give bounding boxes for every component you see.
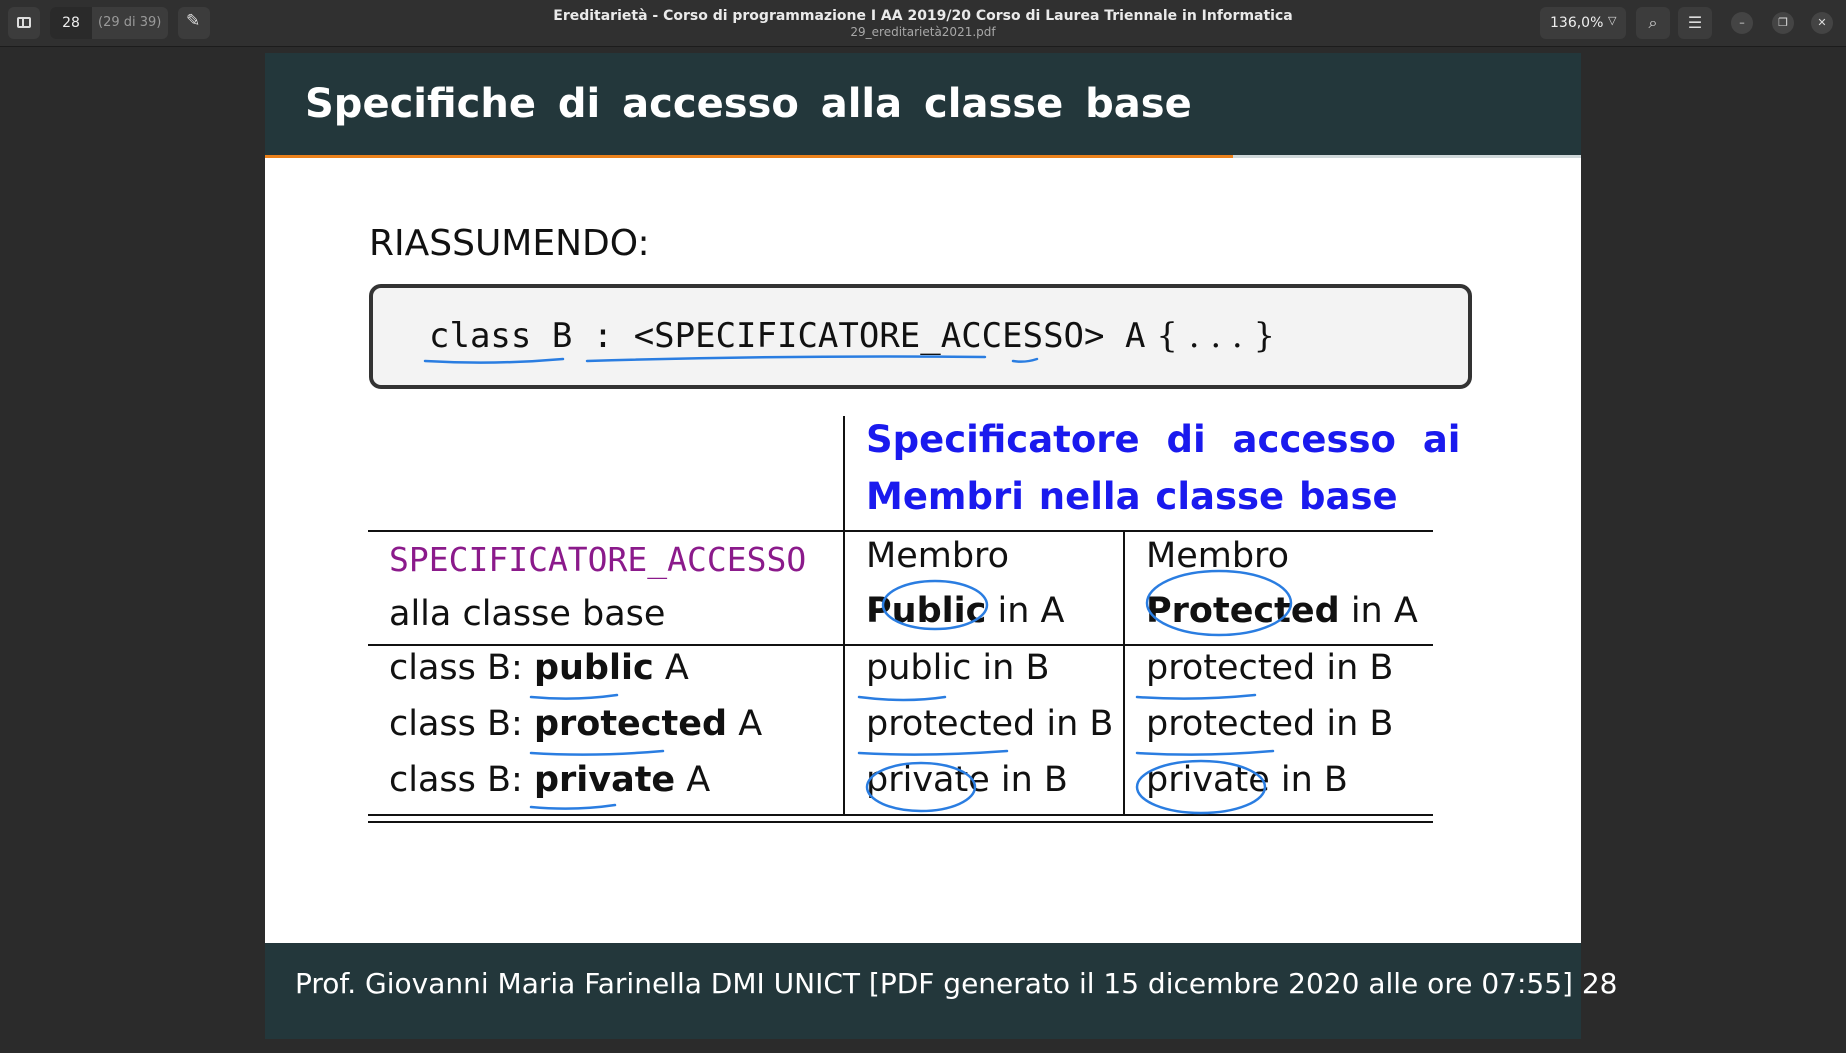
row1-prefix: class B:	[389, 648, 534, 688]
code-text: class B : <SPECIFICATORE_ACCESSO> A	[429, 316, 1146, 356]
row2-prefix: class B:	[389, 704, 534, 744]
table-row-2-col2: protected in B	[866, 704, 1114, 744]
row-head-specifier: SPECIFICATORE_ACCESSO	[389, 540, 807, 579]
row-head-subtitle: alla classe base	[389, 594, 666, 634]
hamburger-icon: ☰	[1687, 13, 1703, 32]
table-row-1-col3: protected in B	[1146, 648, 1394, 688]
ink-underline-public-in-b	[857, 695, 947, 702]
row2-keyword: protected	[533, 704, 728, 744]
slide-title: Specifiche di accesso alla classe base	[305, 81, 1192, 127]
search-icon: ⌕	[1648, 13, 1658, 32]
table-vline-1	[843, 416, 845, 816]
maximize-button[interactable]: ❐	[1772, 12, 1794, 34]
row3-keyword: private	[533, 760, 676, 800]
minimize-button[interactable]: –	[1731, 12, 1753, 34]
slide-title-bar: Specifiche di accesso alla classe base	[265, 53, 1581, 158]
table-hline-4	[368, 821, 1433, 823]
table-header-line1: Specificatore di accesso ai	[866, 418, 1461, 461]
search-button[interactable]: ⌕	[1636, 7, 1670, 39]
title-progress-rest	[1233, 155, 1581, 158]
ink-underline-private-kw	[529, 803, 617, 810]
table-header-line2: Membri nella classe base	[866, 475, 1398, 518]
zoom-dropdown[interactable]: 136,0% ▽	[1540, 7, 1626, 39]
col2-head-line2: Public in A	[866, 591, 1064, 631]
table-vline-2	[1123, 530, 1125, 816]
code-braces: { . . . }	[1145, 316, 1276, 356]
table-row-3-col1: class B: private A	[389, 760, 710, 800]
col3-head-suffix: in A	[1339, 591, 1418, 631]
pdf-page: Specifiche di accesso alla classe base R…	[265, 53, 1617, 1039]
ink-underline-protected-in-b-2	[857, 749, 1009, 756]
zoom-value: 136,0%	[1550, 15, 1604, 31]
col3-head-line2: Protected in A	[1146, 591, 1418, 631]
chevron-down-icon: ▽	[1608, 14, 1617, 27]
ink-underline-protected-in-b-3b	[1135, 749, 1275, 756]
table-row-2-col3: protected in B	[1146, 704, 1394, 744]
col3-head-line1: Membro	[1146, 536, 1290, 576]
row1-keyword: public	[533, 648, 654, 688]
row3-prefix: class B:	[389, 760, 534, 800]
table-hline-3	[368, 814, 1433, 816]
code-box: class B : <SPECIFICATORE_ACCESSO> A { . …	[369, 284, 1472, 389]
row2-suffix: A	[727, 704, 763, 744]
table-hline-1	[368, 530, 1433, 532]
slide-footer-text: Prof. Giovanni Maria Farinella DMI UNICT…	[295, 967, 1618, 1000]
col2-head-bold: Public	[866, 591, 987, 631]
col2-head-line1: Membro	[866, 536, 1010, 576]
table-hline-2	[368, 644, 1433, 646]
row1-suffix: A	[653, 648, 689, 688]
table-row-3-col2: private in B	[866, 760, 1068, 800]
table-row-3-col3: private in B	[1146, 760, 1348, 800]
slide-footer-bar: Prof. Giovanni Maria Farinella DMI UNICT…	[265, 943, 1617, 1039]
col3-head-bold: Protected	[1146, 591, 1340, 631]
ink-underline-protected-in-b-3a	[1135, 693, 1257, 700]
ink-underline-protected-kw	[529, 749, 665, 756]
ink-underline-public-kw	[529, 693, 619, 700]
row3-suffix: A	[675, 760, 711, 800]
table-row-2-col1: class B: protected A	[389, 704, 762, 744]
code-line: class B : <SPECIFICATORE_ACCESSO> A { . …	[429, 316, 1275, 356]
table-row-1-col1: class B: public A	[389, 648, 689, 688]
col2-head-suffix: in A	[986, 591, 1065, 631]
close-button[interactable]: ✕	[1811, 12, 1833, 34]
table-row-1-col2: public in B	[866, 648, 1050, 688]
title-progress-bar	[265, 155, 1233, 158]
viewer-header-bar: 28 (29 di 39) ✎ Ereditarietà - Corso di …	[0, 0, 1846, 47]
menu-button[interactable]: ☰	[1678, 7, 1712, 39]
summary-label: RIASSUMENDO:	[369, 223, 650, 264]
